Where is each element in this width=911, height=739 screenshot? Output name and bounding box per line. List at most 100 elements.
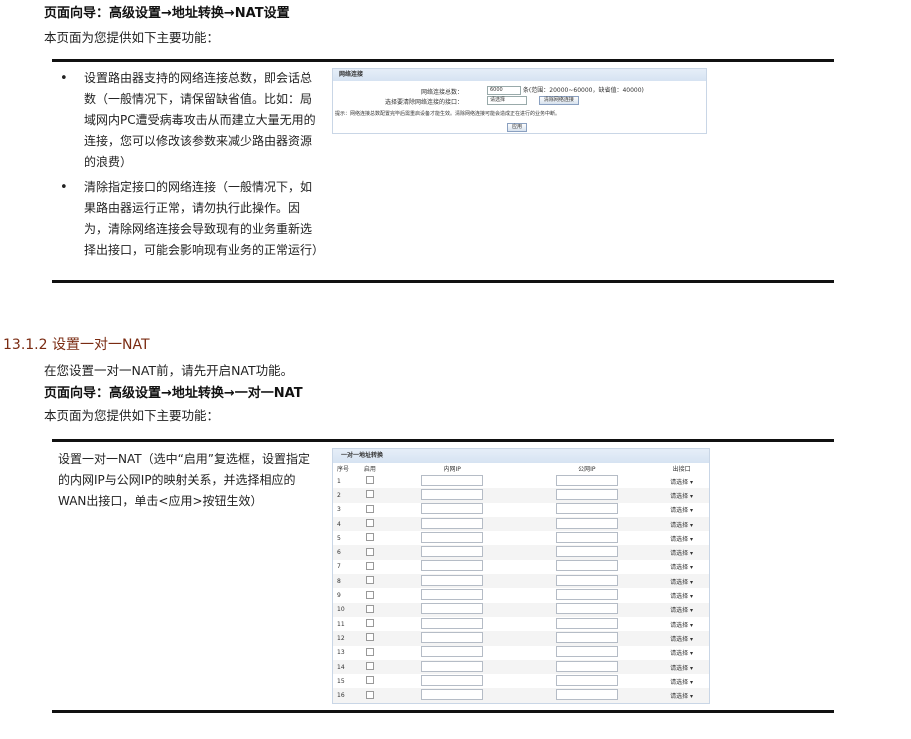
- interface-select[interactable]: 请选择 ▾: [670, 677, 693, 686]
- chevron-down-icon: ▾: [690, 693, 694, 701]
- inner-ip-input[interactable]: [421, 674, 484, 686]
- inner-ip-input[interactable]: [421, 689, 484, 701]
- interface-select[interactable]: 请选择 ▾: [670, 691, 693, 700]
- public-ip-input[interactable]: [555, 617, 618, 629]
- enable-checkbox[interactable]: [365, 604, 374, 613]
- inner-ip-input[interactable]: [421, 503, 484, 515]
- row-index: 10: [337, 606, 345, 614]
- enable-checkbox[interactable]: [365, 519, 374, 528]
- screenshot-network-connections: 网络连接 网络连接总数： 6000 条(范围：20000~60000，缺省值：4…: [332, 68, 707, 134]
- chevron-down-icon: ▾: [690, 621, 694, 629]
- inner-ip-input[interactable]: [421, 646, 484, 658]
- interface-select[interactable]: 请选择 ▾: [670, 562, 693, 571]
- inner-ip-input[interactable]: [421, 546, 484, 558]
- inner-ip-input[interactable]: [421, 617, 484, 629]
- enable-checkbox[interactable]: [365, 676, 374, 685]
- public-ip-input[interactable]: [555, 589, 618, 601]
- col-header-interface: 出接口: [672, 466, 691, 473]
- row-index: 13: [337, 649, 345, 657]
- row-index: 7: [337, 563, 341, 571]
- enable-checkbox[interactable]: [365, 576, 374, 585]
- interface-select[interactable]: 请选择 ▾: [670, 577, 693, 586]
- table-body: 1 请选择 ▾ 2 请选择 ▾ 3 请选择 ▾ 4 请选择 ▾ 5 请选择 ▾ 6 请选择 ▾ 7 请选择…: [333, 474, 709, 703]
- public-ip-input[interactable]: [555, 646, 618, 658]
- list-item: 设置路由器支持的网络连接总数，即会话总数（一般情况下，请保留缺省值。比如：局域网…: [60, 68, 322, 173]
- chevron-down-icon: ▾: [690, 492, 694, 500]
- row-index: 5: [337, 534, 341, 542]
- inner-ip-input[interactable]: [421, 631, 484, 643]
- public-ip-input[interactable]: [555, 517, 618, 529]
- total-input[interactable]: 6000: [487, 86, 521, 95]
- enable-checkbox[interactable]: [365, 476, 374, 485]
- row-index: 8: [337, 577, 341, 585]
- chevron-down-icon: ▾: [690, 678, 694, 686]
- row-index: 2: [337, 491, 341, 499]
- enable-checkbox[interactable]: [365, 619, 374, 628]
- enable-checkbox[interactable]: [365, 647, 374, 656]
- enable-checkbox[interactable]: [365, 662, 374, 670]
- table-header: 序号 启用 内网IP 公网IP 出接口: [333, 463, 709, 474]
- inner-ip-input[interactable]: [421, 488, 484, 500]
- row-index: 14: [337, 663, 345, 671]
- interface-select[interactable]: 请选择: [487, 96, 527, 105]
- public-ip-input[interactable]: [555, 474, 618, 486]
- public-ip-input[interactable]: [555, 603, 618, 615]
- public-ip-input[interactable]: [555, 674, 618, 686]
- table-row: 1 请选择 ▾: [333, 474, 709, 488]
- interface-select[interactable]: 请选择 ▾: [670, 520, 693, 529]
- public-ip-input[interactable]: [555, 531, 618, 543]
- public-ip-input[interactable]: [555, 689, 618, 701]
- table-row: 12 请选择 ▾: [333, 631, 709, 646]
- interface-select[interactable]: 请选择 ▾: [670, 620, 693, 629]
- table-row: 14 请选择 ▾: [333, 659, 709, 675]
- intro-text-2: 本页面为您提供如下主要功能：: [44, 408, 220, 423]
- inner-ip-input[interactable]: [421, 603, 484, 615]
- table-row: 5 请选择 ▾: [333, 531, 709, 545]
- interface-select[interactable]: 请选择 ▾: [670, 634, 693, 643]
- table-row: 2 请选择 ▾: [333, 488, 709, 503]
- row-index: 12: [337, 634, 345, 642]
- enable-checkbox[interactable]: [365, 547, 374, 556]
- interface-select[interactable]: 请选择 ▾: [670, 591, 693, 600]
- enable-checkbox[interactable]: [365, 504, 374, 513]
- interface-select[interactable]: 请选择 ▾: [670, 477, 693, 486]
- interface-select[interactable]: 请选择 ▾: [670, 663, 693, 672]
- interface-select[interactable]: 请选择 ▾: [670, 534, 693, 543]
- enable-checkbox[interactable]: [365, 490, 374, 499]
- enable-checkbox[interactable]: [365, 561, 374, 570]
- inner-ip-input[interactable]: [421, 574, 484, 586]
- public-ip-input[interactable]: [555, 546, 618, 558]
- inner-ip-input[interactable]: [421, 474, 484, 486]
- enable-checkbox[interactable]: [365, 590, 374, 599]
- apply-button[interactable]: 应用: [507, 123, 528, 132]
- public-ip-input[interactable]: [555, 488, 618, 500]
- chevron-down-icon: ▾: [690, 664, 694, 672]
- inner-ip-input[interactable]: [421, 517, 484, 529]
- row-index: 3: [337, 506, 341, 514]
- interface-select[interactable]: 请选择 ▾: [670, 505, 693, 514]
- nav-path-one-to-one: 页面向导：高级设置→地址转换→一对一NAT: [44, 386, 303, 401]
- public-ip-input[interactable]: [555, 560, 618, 572]
- screenshot-one-to-one-nat: 一对一地址转换 序号 启用 内网IP 公网IP 出接口 1 请选择 ▾ 2 请选择 ▾…: [332, 448, 710, 704]
- panel-title: 一对一地址转换: [333, 449, 709, 463]
- enable-checkbox[interactable]: [365, 690, 374, 699]
- interface-select[interactable]: 请选择 ▾: [670, 605, 693, 614]
- public-ip-input[interactable]: [555, 503, 618, 515]
- interface-select[interactable]: 请选择 ▾: [670, 491, 693, 500]
- public-ip-input[interactable]: [555, 631, 618, 643]
- inner-ip-input[interactable]: [421, 660, 484, 672]
- table-row: 8 请选择 ▾: [333, 574, 709, 589]
- enable-checkbox[interactable]: [365, 533, 374, 542]
- table-top-rule-2: [52, 439, 834, 442]
- interface-select[interactable]: 请选择 ▾: [670, 648, 693, 657]
- public-ip-input[interactable]: [555, 574, 618, 586]
- tip-text: 提示：网络连接总数配置完毕后需重启设备才能生效。清除网络连接可能会造成正在进行的…: [335, 111, 561, 117]
- inner-ip-input[interactable]: [421, 560, 484, 572]
- clear-connections-button[interactable]: 清除网络连接: [538, 96, 579, 105]
- public-ip-input[interactable]: [555, 660, 618, 672]
- col-header-enable: 启用: [363, 466, 376, 473]
- enable-checkbox[interactable]: [365, 633, 374, 642]
- inner-ip-input[interactable]: [421, 589, 484, 601]
- interface-select[interactable]: 请选择 ▾: [670, 548, 693, 557]
- inner-ip-input[interactable]: [421, 531, 484, 543]
